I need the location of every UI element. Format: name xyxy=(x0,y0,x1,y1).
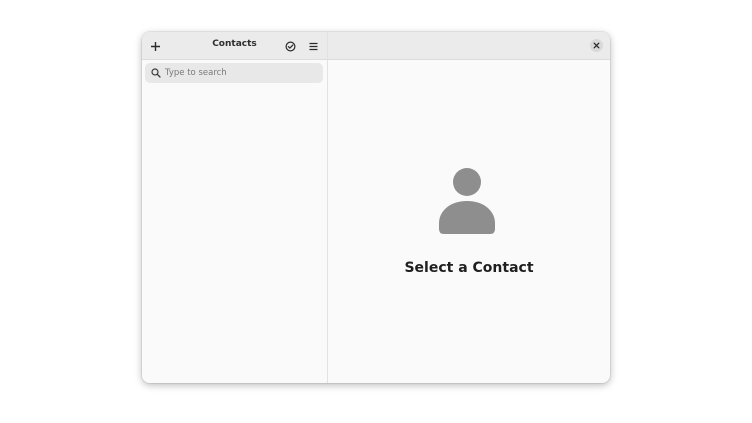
sidebar-header: Contacts xyxy=(142,32,327,60)
sidebar: Contacts xyxy=(142,32,328,383)
contacts-window: Contacts Type to search Select a Contact xyxy=(142,32,610,383)
close-icon xyxy=(593,42,600,49)
check-circle-icon xyxy=(284,40,296,52)
close-button[interactable] xyxy=(590,39,603,52)
add-contact-button[interactable] xyxy=(145,36,165,56)
main-header xyxy=(328,32,610,60)
select-contacts-button[interactable] xyxy=(280,36,300,56)
empty-state: Select a Contact xyxy=(328,60,610,383)
avatar-icon xyxy=(439,168,495,234)
plus-icon xyxy=(150,41,160,51)
search-icon xyxy=(151,68,161,78)
search-field[interactable] xyxy=(145,63,323,83)
search-input[interactable] xyxy=(165,68,315,78)
hamburger-menu-icon xyxy=(309,42,317,50)
empty-state-title: Select a Contact xyxy=(404,260,534,276)
main-menu-button[interactable] xyxy=(303,36,323,56)
